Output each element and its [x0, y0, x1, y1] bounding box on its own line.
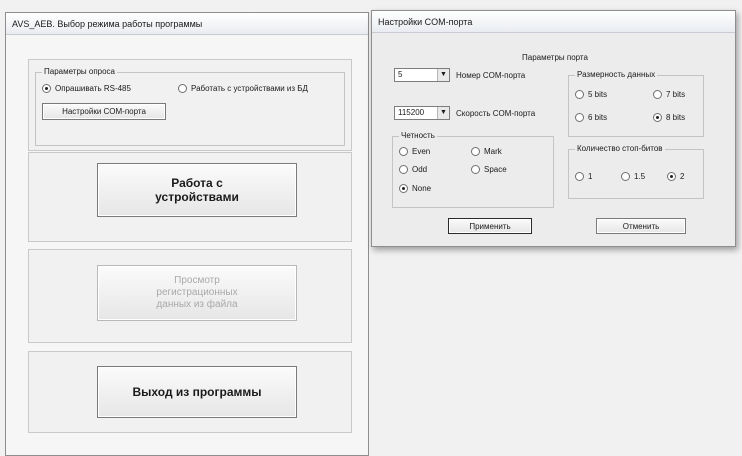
port-speed-value: 115200	[398, 108, 425, 117]
radio-rs485-label: Опрашивать RS-485	[55, 84, 131, 93]
parity-caption: Четность	[399, 131, 437, 140]
radio-rs485[interactable]: Опрашивать RS-485	[42, 84, 131, 93]
poll-group-caption: Параметры опроса	[42, 67, 117, 76]
main-window-title: AVS_AEB. Выбор режима работы программы	[6, 13, 368, 35]
parity-mark-indicator[interactable]	[471, 147, 480, 156]
parity-odd-indicator[interactable]	[399, 165, 408, 174]
cancel-button[interactable]: Отменить	[596, 218, 686, 234]
port-params-caption: Параметры порта	[522, 53, 588, 62]
data-bits-6-indicator[interactable]	[575, 113, 584, 122]
data-bits-8-label: 8 bits	[666, 113, 686, 122]
apply-button[interactable]: Применить	[448, 218, 532, 234]
data-bits-5-label: 5 bits	[588, 90, 608, 99]
radio-db-label: Работать с устройствами из БД	[191, 84, 308, 93]
parity-space-label: Space	[484, 165, 507, 174]
parity-odd[interactable]: Odd	[399, 165, 427, 174]
stop-bits-1-5-indicator[interactable]	[621, 172, 630, 181]
com-dialog-title: Настройки COM-порта	[372, 11, 735, 33]
work-with-devices-button[interactable]: Работа с устройствами	[97, 163, 297, 217]
parity-none-label: None	[412, 184, 432, 193]
parity-space[interactable]: Space	[471, 165, 507, 174]
data-bits-5-indicator[interactable]	[575, 90, 584, 99]
parity-even-indicator[interactable]	[399, 147, 408, 156]
work-panel: Работа с устройствами	[28, 152, 352, 242]
com-settings-button[interactable]: Настройки COM-порта	[42, 103, 166, 120]
data-bits-7-indicator[interactable]	[653, 90, 662, 99]
parity-mark[interactable]: Mark	[471, 147, 502, 156]
view-panel: Просмотр регистрационных данных из файла	[28, 249, 352, 343]
exit-button[interactable]: Выход из программы	[97, 366, 297, 418]
data-bits-6-label: 6 bits	[588, 113, 608, 122]
parity-mark-label: Mark	[484, 147, 502, 156]
exit-panel: Выход из программы	[28, 351, 352, 433]
stop-bits-group: Количество стоп-битов 1 1.5 2	[568, 144, 704, 199]
data-bits-caption: Размерность данных	[575, 70, 658, 79]
port-number-combo[interactable]: 5 ▼	[394, 68, 450, 82]
stop-bits-1-indicator[interactable]	[575, 172, 584, 181]
poll-group: Параметры опроса Опрашивать RS-485 Работ…	[35, 67, 345, 146]
view-registration-data-button[interactable]: Просмотр регистрационных данных из файла	[97, 265, 297, 321]
chevron-down-icon[interactable]: ▼	[437, 107, 449, 119]
parity-odd-label: Odd	[412, 165, 428, 174]
parity-space-indicator[interactable]	[471, 165, 480, 174]
stop-bits-1-5-label: 1.5	[634, 172, 646, 181]
parity-none-indicator[interactable]	[399, 184, 408, 193]
parity-even[interactable]: Even	[399, 147, 430, 156]
data-bits-8[interactable]: 8 bits	[653, 113, 685, 122]
main-window: AVS_AEB. Выбор режима работы программы П…	[5, 12, 369, 456]
stop-bits-caption: Количество стоп-битов	[575, 144, 665, 153]
radio-db[interactable]: Работать с устройствами из БД	[178, 84, 308, 93]
port-number-label: Номер COM-порта	[456, 71, 526, 80]
data-bits-group: Размерность данных 5 bits 7 bits 6 bits …	[568, 70, 704, 137]
radio-db-indicator[interactable]	[178, 84, 187, 93]
parity-group: Четность Even Mark Odd Space None	[392, 131, 554, 208]
data-bits-6[interactable]: 6 bits	[575, 113, 607, 122]
data-bits-8-indicator[interactable]	[653, 113, 662, 122]
port-speed-label: Скорость COM-порта	[456, 109, 536, 118]
data-bits-7[interactable]: 7 bits	[653, 90, 685, 99]
parity-none[interactable]: None	[399, 184, 431, 193]
stop-bits-2-label: 2	[680, 172, 685, 181]
stop-bits-1-5[interactable]: 1.5	[621, 172, 645, 181]
poll-panel: Параметры опроса Опрашивать RS-485 Работ…	[28, 59, 352, 151]
radio-rs485-indicator[interactable]	[42, 84, 51, 93]
parity-even-label: Even	[412, 147, 431, 156]
com-settings-dialog: Настройки COM-порта Параметры порта 5 ▼ …	[371, 10, 736, 247]
port-number-value: 5	[398, 70, 403, 79]
data-bits-7-label: 7 bits	[666, 90, 686, 99]
stop-bits-2[interactable]: 2	[667, 172, 684, 181]
stop-bits-1-label: 1	[588, 172, 593, 181]
chevron-down-icon[interactable]: ▼	[437, 69, 449, 81]
stop-bits-2-indicator[interactable]	[667, 172, 676, 181]
stop-bits-1[interactable]: 1	[575, 172, 592, 181]
port-speed-combo[interactable]: 115200 ▼	[394, 106, 450, 120]
data-bits-5[interactable]: 5 bits	[575, 90, 607, 99]
